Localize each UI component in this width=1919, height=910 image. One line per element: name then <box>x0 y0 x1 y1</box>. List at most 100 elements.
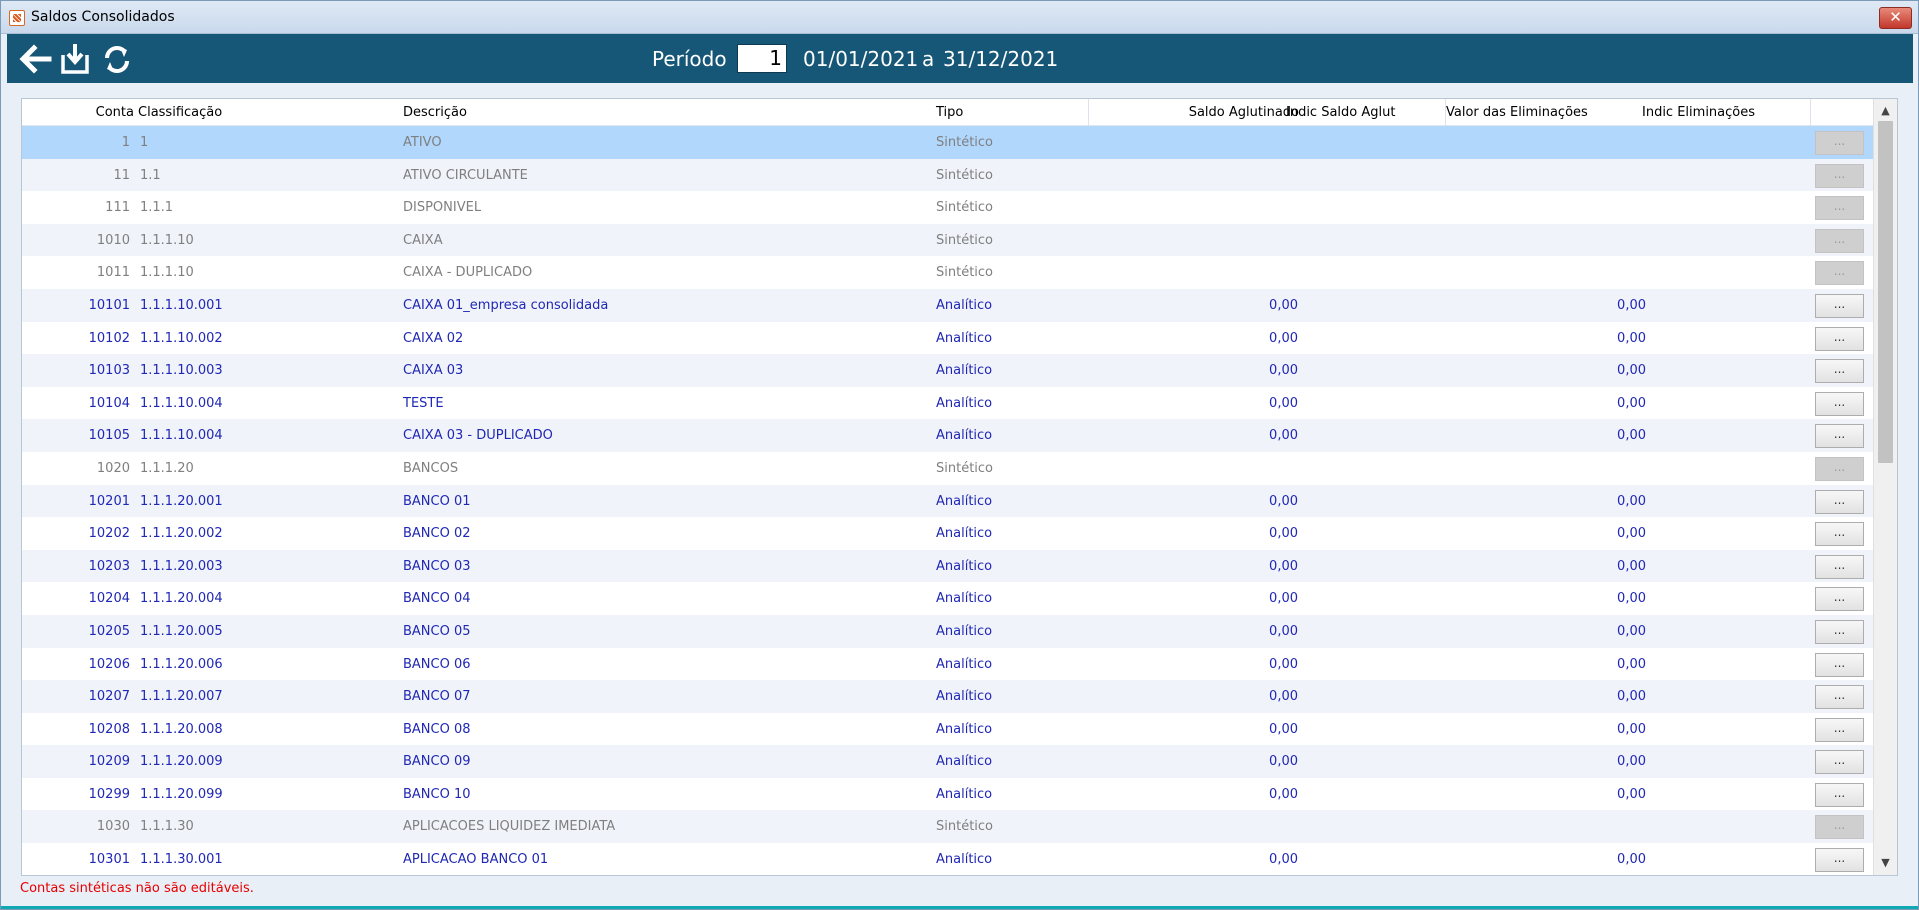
header-tipo[interactable]: Tipo <box>936 105 963 120</box>
cell-valor-eliminacoes[interactable]: 0,00 <box>1446 428 1646 443</box>
cell-descricao[interactable]: CAIXA - DUPLICADO <box>403 265 532 280</box>
cell-descricao[interactable]: BANCOS <box>403 461 458 476</box>
cell-descricao[interactable]: CAIXA <box>403 233 443 248</box>
cell-classificacao[interactable]: 1.1.1.10.003 <box>140 363 223 378</box>
cell-classificacao[interactable]: 1.1.1.10.004 <box>140 428 223 443</box>
row-edit-button[interactable]: ... <box>1815 848 1864 873</box>
table-row[interactable]: 10301 1.1.1.30.001 APLICACAO BANCO 01 Analí… <box>22 843 1874 875</box>
header-descricao[interactable]: Descrição <box>403 105 467 120</box>
cell-descricao[interactable]: CAIXA 02 <box>403 331 463 346</box>
cell-saldo-aglutinado[interactable]: 0,00 <box>1088 624 1298 639</box>
cell-descricao[interactable]: BANCO 03 <box>403 559 471 574</box>
cell-tipo[interactable]: Sintético <box>936 819 993 834</box>
cell-descricao[interactable]: CAIXA 03 - DUPLICADO <box>403 428 553 443</box>
cell-conta[interactable]: 10301 <box>22 852 130 867</box>
cell-tipo[interactable]: Analítico <box>936 331 992 346</box>
cell-descricao[interactable]: BANCO 09 <box>403 754 471 769</box>
cell-classificacao[interactable]: 1.1.1.10 <box>140 233 194 248</box>
cell-descricao[interactable]: ATIVO CIRCULANTE <box>403 168 528 183</box>
cell-classificacao[interactable]: 1.1.1.10 <box>140 265 194 280</box>
cell-conta[interactable]: 10104 <box>22 396 130 411</box>
cell-valor-eliminacoes[interactable]: 0,00 <box>1446 591 1646 606</box>
cell-conta[interactable]: 10207 <box>22 689 130 704</box>
cell-tipo[interactable]: Sintético <box>936 233 993 248</box>
cell-valor-eliminacoes[interactable]: 0,00 <box>1446 559 1646 574</box>
title-bar[interactable]: Saldos Consolidados ✕ <box>1 1 1918 34</box>
cell-tipo[interactable]: Analítico <box>936 657 992 672</box>
table-row[interactable]: 10101 1.1.1.10.001 CAIXA 01_empresa consol… <box>22 288 1874 322</box>
cell-descricao[interactable]: CAIXA 01_empresa consolidada <box>403 298 608 313</box>
cell-descricao[interactable]: APLICACAO BANCO 01 <box>403 852 548 867</box>
row-edit-button[interactable]: ... <box>1815 163 1864 188</box>
cell-descricao[interactable]: DISPONIVEL <box>403 200 481 215</box>
cell-valor-eliminacoes[interactable]: 0,00 <box>1446 722 1646 737</box>
table-row[interactable]: 11 1.1 ATIVO CIRCULANTE Sintético... <box>22 158 1874 192</box>
cell-conta[interactable]: 10299 <box>22 787 130 802</box>
header-indic-eliminacoes[interactable]: Indic Eliminações <box>1642 105 1755 120</box>
cell-conta[interactable]: 10206 <box>22 657 130 672</box>
cell-descricao[interactable]: TESTE <box>403 396 444 411</box>
cell-classificacao[interactable]: 1.1 <box>140 168 161 183</box>
cell-conta[interactable]: 10203 <box>22 559 130 574</box>
cell-classificacao[interactable]: 1 <box>140 135 148 150</box>
row-edit-button[interactable]: ... <box>1815 652 1864 677</box>
table-row[interactable]: 10202 1.1.1.20.002 BANCO 02 Analítico 0,00 0,… <box>22 517 1874 550</box>
table-row[interactable]: 111 1.1.1 DISPONIVEL Sintético... <box>22 191 1874 224</box>
header-conta[interactable]: Conta <box>22 105 134 120</box>
cell-valor-eliminacoes[interactable]: 0,00 <box>1446 298 1646 313</box>
table-row[interactable]: 10209 1.1.1.20.009 BANCO 09 Analítico 0,00 0,… <box>22 745 1874 778</box>
cell-conta[interactable]: 1010 <box>22 233 130 248</box>
cell-saldo-aglutinado[interactable]: 0,00 <box>1088 363 1298 378</box>
header-indic-saldo-aglut[interactable]: Indic Saldo Aglut <box>1286 105 1395 120</box>
cell-classificacao[interactable]: 1.1.1.10.002 <box>140 331 223 346</box>
cell-saldo-aglutinado[interactable]: 0,00 <box>1088 657 1298 672</box>
cell-saldo-aglutinado[interactable]: 0,00 <box>1088 526 1298 541</box>
cell-conta[interactable]: 10102 <box>22 331 130 346</box>
cell-valor-eliminacoes[interactable]: 0,00 <box>1446 331 1646 346</box>
cell-conta[interactable]: 11 <box>22 168 130 183</box>
cell-saldo-aglutinado[interactable]: 0,00 <box>1088 331 1298 346</box>
table-row[interactable]: 10103 1.1.1.10.003 CAIXA 03 Analítico 0,00 0,… <box>22 354 1874 387</box>
cell-tipo[interactable]: Analítico <box>936 754 992 769</box>
cell-tipo[interactable]: Analítico <box>936 591 992 606</box>
row-edit-button[interactable]: ... <box>1815 619 1864 644</box>
cell-saldo-aglutinado[interactable]: 0,00 <box>1088 591 1298 606</box>
table-row[interactable]: 10102 1.1.1.10.002 CAIXA 02 Analítico 0,00 0,… <box>22 321 1874 355</box>
row-edit-button[interactable]: ... <box>1815 261 1864 286</box>
cell-valor-eliminacoes[interactable]: 0,00 <box>1446 494 1646 509</box>
row-edit-button[interactable]: ... <box>1815 750 1864 775</box>
cell-tipo[interactable]: Sintético <box>936 200 993 215</box>
cell-conta[interactable]: 10208 <box>22 722 130 737</box>
cell-saldo-aglutinado[interactable]: 0,00 <box>1088 559 1298 574</box>
table-row[interactable]: 10203 1.1.1.20.003 BANCO 03 Analítico 0,00 0,… <box>22 549 1874 583</box>
refresh-button[interactable] <box>99 41 135 77</box>
cell-valor-eliminacoes[interactable]: 0,00 <box>1446 526 1646 541</box>
row-edit-button[interactable]: ... <box>1815 196 1864 221</box>
cell-classificacao[interactable]: 1.1.1.20.004 <box>140 591 223 606</box>
cell-conta[interactable]: 10105 <box>22 428 130 443</box>
cell-valor-eliminacoes[interactable]: 0,00 <box>1446 657 1646 672</box>
cell-saldo-aglutinado[interactable]: 0,00 <box>1088 298 1298 313</box>
cell-saldo-aglutinado[interactable]: 0,00 <box>1088 787 1298 802</box>
table-row[interactable]: 10208 1.1.1.20.008 BANCO 08 Analítico 0,00 0,… <box>22 712 1874 746</box>
cell-valor-eliminacoes[interactable]: 0,00 <box>1446 852 1646 867</box>
cell-valor-eliminacoes[interactable]: 0,00 <box>1446 396 1646 411</box>
cell-conta[interactable]: 10201 <box>22 494 130 509</box>
table-row[interactable]: 1 1 ATIVO Sintético... <box>22 126 1874 159</box>
cell-tipo[interactable]: Analítico <box>936 689 992 704</box>
cell-tipo[interactable]: Analítico <box>936 298 992 313</box>
cell-classificacao[interactable]: 1.1.1.20.005 <box>140 624 223 639</box>
cell-saldo-aglutinado[interactable]: 0,00 <box>1088 494 1298 509</box>
cell-classificacao[interactable]: 1.1.1.30 <box>140 819 194 834</box>
vertical-scrollbar[interactable]: ▲ ▼ <box>1873 99 1897 875</box>
header-saldo-aglutinado[interactable]: Saldo Aglutinado <box>1088 105 1299 120</box>
row-edit-button[interactable]: ... <box>1815 391 1864 416</box>
header-classificacao[interactable]: Classificação <box>138 105 222 120</box>
table-row[interactable]: 10299 1.1.1.20.099 BANCO 10 Analítico 0,00 0,… <box>22 777 1874 811</box>
table-row[interactable]: 10104 1.1.1.10.004 TESTE Analítico 0,00 0,00.… <box>22 386 1874 420</box>
cell-descricao[interactable]: BANCO 02 <box>403 526 471 541</box>
cell-conta[interactable]: 1 <box>22 135 130 150</box>
cell-descricao[interactable]: ATIVO <box>403 135 442 150</box>
scroll-up-icon[interactable]: ▲ <box>1874 101 1897 121</box>
table-row[interactable]: 1010 1.1.1.10 CAIXA Sintético... <box>22 223 1874 257</box>
